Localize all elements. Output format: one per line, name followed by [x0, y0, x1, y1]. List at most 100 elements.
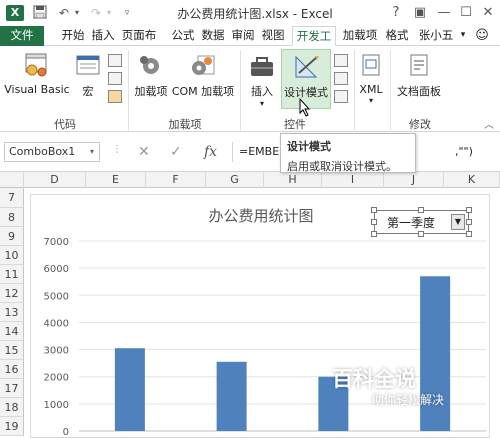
addins-button[interactable]: 加载项 — [132, 52, 170, 99]
column-header-f[interactable]: F — [146, 172, 206, 188]
y-tick-label: 7000 — [44, 237, 69, 248]
tab-review[interactable]: 审阅 — [228, 26, 258, 46]
select-all-corner[interactable] — [0, 172, 24, 188]
column-header-j[interactable]: J — [384, 172, 444, 188]
row-header[interactable]: 11 — [0, 265, 24, 284]
row-header[interactable]: 13 — [0, 303, 24, 322]
gear-icon — [140, 56, 159, 74]
group-separator — [354, 50, 355, 130]
y-tick-label: 1000 — [44, 400, 69, 411]
tab-formulas[interactable]: 公式 — [168, 26, 198, 46]
customize-toolbar-icon[interactable]: ▿ — [120, 5, 134, 21]
tooltip-description: 启用或取消设计模式。 — [287, 160, 397, 173]
group-separator — [128, 50, 129, 130]
maximize-button[interactable]: ☐ — [456, 4, 476, 22]
resize-handle[interactable] — [466, 207, 472, 213]
document-panel-icon — [410, 54, 428, 76]
record-macro-icon[interactable] — [108, 54, 122, 67]
resize-handle[interactable] — [466, 219, 472, 225]
macros-label: 宏 — [82, 85, 94, 98]
row-header[interactable]: 14 — [0, 322, 24, 341]
save-icon[interactable] — [32, 5, 48, 21]
insert-dropdown-icon: ▾ — [259, 99, 264, 108]
column-header-k[interactable]: K — [444, 172, 500, 188]
column-header-d[interactable]: D — [24, 172, 86, 188]
com-addins-button[interactable]: COM 加载项 — [170, 52, 236, 99]
watermark-subtitle: 助你轻松解决 — [372, 393, 445, 407]
quarter-combo-box[interactable]: 第一季度 ▼ — [371, 207, 472, 237]
xml-button[interactable]: XML ▾ — [356, 52, 386, 105]
tab-view[interactable]: 视图 — [258, 26, 288, 46]
visual-basic-button[interactable]: Visual Basic — [4, 52, 70, 96]
user-account[interactable]: 张小五 — [416, 26, 456, 46]
tab-insert[interactable]: 插入 — [88, 26, 118, 46]
ribbon-tabs: 文件 开始 插入 页面布 公式 数据 审阅 视图 开发工 加载项 格式 张小五 … — [0, 26, 500, 46]
visual-basic-label: Visual Basic — [4, 83, 70, 96]
column-header-i[interactable]: I — [322, 172, 384, 188]
column-header-e[interactable]: E — [86, 172, 146, 188]
resize-handle[interactable] — [418, 231, 424, 237]
resize-handle[interactable] — [371, 231, 377, 237]
confirm-entry-icon[interactable]: ✓ — [170, 144, 182, 160]
chart-bar[interactable] — [216, 361, 247, 431]
ribbon-display-button[interactable]: ▣ — [410, 4, 430, 22]
undo-dropdown-icon[interactable]: ▾ — [72, 5, 82, 21]
row-header[interactable]: 16 — [0, 360, 24, 379]
collapse-ribbon-icon[interactable]: ︿ — [484, 116, 494, 131]
row-header[interactable]: 8 — [0, 208, 24, 227]
insert-control-button[interactable]: 插入 ▾ — [244, 52, 280, 108]
row-header[interactable]: 12 — [0, 284, 24, 303]
column-header-h[interactable]: H — [264, 172, 322, 188]
watermark-title: 百科全说 — [332, 367, 416, 391]
chart-bar[interactable] — [114, 348, 145, 431]
macros-button[interactable]: 宏 — [72, 52, 104, 99]
row-header[interactable]: 15 — [0, 341, 24, 360]
resize-handle[interactable] — [466, 231, 472, 237]
tab-page-layout[interactable]: 页面布 — [118, 26, 160, 46]
group-controls-label: 控件 — [284, 118, 306, 131]
tab-file[interactable]: 文件 — [0, 26, 44, 46]
macro-security-icon[interactable] — [108, 90, 122, 103]
row-header[interactable]: 9 — [0, 227, 24, 246]
minimize-button[interactable]: — — [434, 4, 454, 22]
tab-addins[interactable]: 加载项 — [340, 26, 380, 46]
help-button[interactable]: ? — [386, 4, 406, 22]
row-header[interactable]: 17 — [0, 379, 24, 398]
undo-icon[interactable]: ↶ — [56, 5, 72, 21]
formula-bar: ComboBox1 ▾ ⋮ ✕ ✓ fx =EMBED ,"") — [0, 132, 500, 172]
row-header[interactable]: 18 — [0, 398, 24, 417]
resize-handle[interactable] — [371, 219, 377, 225]
y-tick-label: 6000 — [44, 264, 69, 275]
resize-handle[interactable] — [418, 207, 424, 213]
row-header[interactable]: 19 — [0, 417, 24, 436]
com-addins-icon — [192, 55, 215, 75]
insert-function-icon[interactable]: fx — [204, 144, 217, 160]
column-headers: D E F G H I J K — [0, 172, 500, 188]
resize-handle[interactable] — [371, 207, 377, 213]
design-mode-icon — [295, 55, 319, 78]
tab-developer[interactable]: 开发工 — [292, 26, 336, 46]
view-code-icon[interactable] — [334, 72, 348, 85]
title-bar: X ↶ ▾ ↷ ▾ ▿ 办公费用统计图.xlsx - Excel ? ▣ — ☐… — [0, 0, 500, 26]
cancel-entry-icon[interactable]: ✕ — [138, 144, 150, 160]
window-title: 办公费用统计图.xlsx - Excel — [177, 7, 333, 21]
smiley-feedback-icon[interactable]: ☺ — [470, 26, 494, 46]
column-header-g[interactable]: G — [206, 172, 264, 188]
tab-format[interactable]: 格式 — [382, 26, 412, 46]
redo-icon[interactable]: ↷ — [88, 5, 104, 21]
document-panel-button[interactable]: 文档面板 — [392, 52, 446, 99]
account-dropdown-icon[interactable]: ▾ — [456, 26, 470, 46]
combo-dropdown-icon[interactable]: ▼ — [451, 214, 465, 230]
insert-label: 插入 — [251, 85, 273, 98]
tab-data[interactable]: 数据 — [198, 26, 228, 46]
relative-reference-icon[interactable] — [108, 72, 122, 85]
xml-dropdown-icon: ▾ — [368, 96, 373, 105]
row-header[interactable]: 7 — [0, 188, 24, 208]
name-box-dropdown-icon[interactable]: ▾ — [86, 143, 98, 161]
row-header[interactable]: 10 — [0, 246, 24, 265]
close-button[interactable]: ✕ — [478, 4, 498, 22]
tab-home[interactable]: 开始 — [58, 26, 88, 46]
redo-dropdown-icon[interactable]: ▾ — [104, 5, 114, 21]
run-dialog-icon[interactable] — [334, 90, 348, 103]
properties-icon[interactable] — [334, 54, 348, 67]
